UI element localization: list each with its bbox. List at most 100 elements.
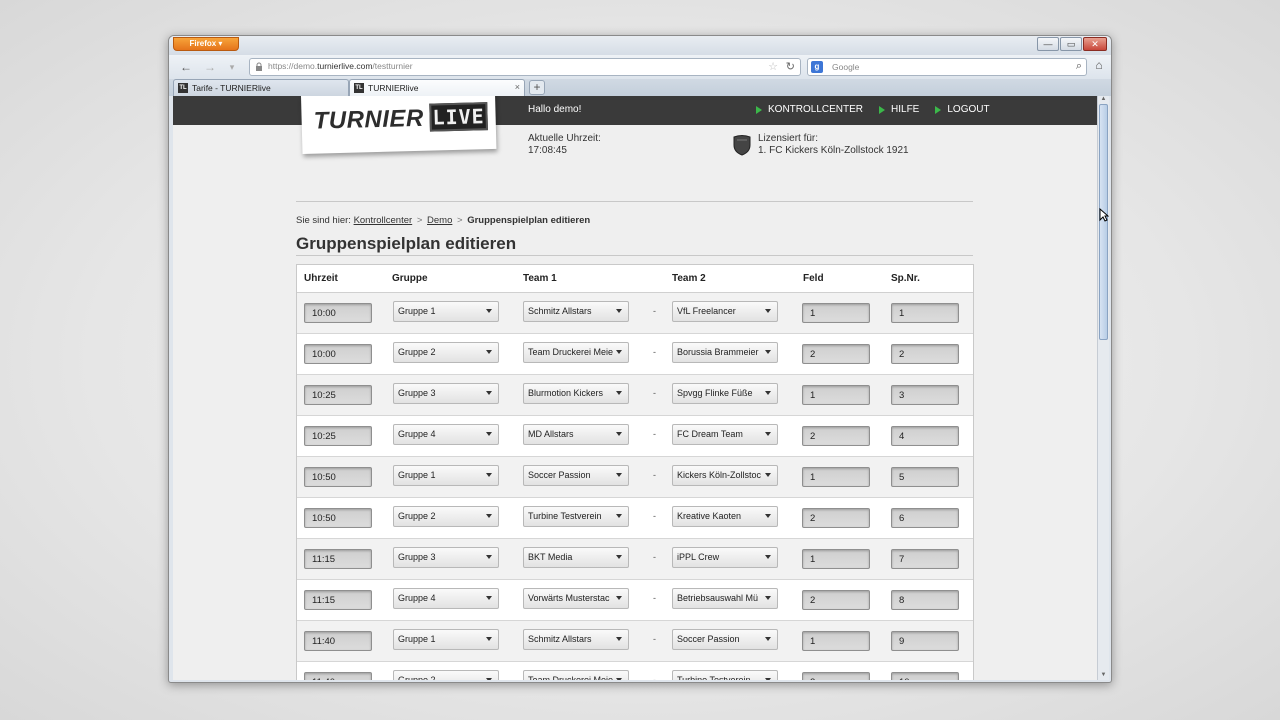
group-select[interactable]: Gruppe 3 [393,547,499,568]
team2-select[interactable]: Soccer Passion [672,629,778,650]
team1-select[interactable]: Soccer Passion [523,465,629,486]
match-number-input[interactable]: 1 [891,303,959,323]
time-input[interactable]: 10:50 [304,508,372,528]
scroll-up-icon[interactable]: ▲ [1099,96,1108,104]
field-input[interactable]: 2 [802,426,870,446]
time-input[interactable]: 11:40 [304,631,372,651]
home-icon[interactable]: ⌂ [1091,58,1107,74]
new-tab-button[interactable]: + [529,80,545,95]
team2-select[interactable]: Turbine Testverein [672,670,778,680]
field-input[interactable]: 1 [802,303,870,323]
team2-select[interactable]: Kreative Kaoten [672,506,778,527]
search-icon[interactable]: ⌕ [1076,60,1082,73]
field-input[interactable]: 2 [802,508,870,528]
chevron-down-icon [616,391,622,395]
scroll-down-icon[interactable]: ▼ [1099,672,1108,680]
team1-select[interactable]: Team Druckerei Meie [523,342,629,363]
breadcrumb-link-demo[interactable]: Demo [427,215,452,226]
greeting: Hallo demo! [528,104,582,115]
match-number-input[interactable]: 7 [891,549,959,569]
field-input[interactable]: 1 [802,385,870,405]
tab-turnierlive[interactable]: TL TURNIERlive × [349,79,525,96]
time-input[interactable]: 10:25 [304,426,372,446]
field-input[interactable]: 2 [802,590,870,610]
group-select[interactable]: Gruppe 2 [393,670,499,680]
history-dropdown-icon[interactable]: ▾ [223,59,241,75]
bookmark-star-icon[interactable]: ☆ [768,60,778,73]
team1-select[interactable]: BKT Media [523,547,629,568]
team1-select[interactable]: Blurmotion Kickers [523,383,629,404]
time-input[interactable]: 10:00 [304,344,372,364]
field-input[interactable]: 2 [802,672,870,680]
close-window-button[interactable]: ✕ [1083,37,1107,51]
google-icon[interactable]: g [811,61,823,73]
match-number-input[interactable]: 3 [891,385,959,405]
team2-select[interactable]: Betriebsauswahl Mü [672,588,778,609]
chevron-down-icon [765,555,771,559]
group-select[interactable]: Gruppe 1 [393,301,499,322]
group-select[interactable]: Gruppe 3 [393,383,499,404]
nav-hilfe[interactable]: HILFE [879,104,919,115]
field-input[interactable]: 1 [802,467,870,487]
group-select[interactable]: Gruppe 2 [393,506,499,527]
team1-select[interactable]: Vorwärts Musterstac [523,588,629,609]
group-select[interactable]: Gruppe 4 [393,588,499,609]
group-select[interactable]: Gruppe 1 [393,465,499,486]
group-select[interactable]: Gruppe 4 [393,424,499,445]
time-input[interactable]: 11:15 [304,590,372,610]
team2-select[interactable]: FC Dream Team [672,424,778,445]
time-input[interactable]: 10:25 [304,385,372,405]
group-select[interactable]: Gruppe 2 [393,342,499,363]
team1-select[interactable]: Schmitz Allstars [523,629,629,650]
team2-select[interactable]: iPPL Crew [672,547,778,568]
chevron-down-icon [486,432,492,436]
top-nav: KONTROLLCENTER HILFE LOGOUT [756,104,990,115]
table-header: Uhrzeit Gruppe Team 1 Team 2 Feld Sp.Nr. [297,265,973,293]
match-number-input[interactable]: 6 [891,508,959,528]
versus-separator: - [653,511,656,521]
time-input[interactable]: 11:15 [304,549,372,569]
tab-tarife[interactable]: TL Tarife - TURNIERlive [173,79,349,96]
nav-kontrollcenter[interactable]: KONTROLLCENTER [756,104,863,115]
firefox-menu-button[interactable]: Firefox ▾ [173,37,239,51]
field-input[interactable]: 2 [802,344,870,364]
time-input[interactable]: 10:00 [304,303,372,323]
logo[interactable]: TURNIER LIVE [301,96,497,154]
maximize-button[interactable]: ▭ [1060,37,1082,51]
search-bar[interactable]: g Google ⌕ [807,58,1087,76]
scroll-thumb[interactable] [1099,104,1108,340]
chevron-down-icon [616,309,622,313]
time-input[interactable]: 10:50 [304,467,372,487]
close-tab-icon[interactable]: × [515,82,520,92]
team2-select[interactable]: Kickers Köln-Zollstoc [672,465,778,486]
match-number-input[interactable]: 2 [891,344,959,364]
url-bar[interactable]: https://demo.turnierlive.com/testturnier… [249,58,801,76]
versus-separator: - [653,347,656,357]
team1-select[interactable]: Schmitz Allstars [523,301,629,322]
back-arrow-icon[interactable]: ← [177,59,195,75]
match-number-input[interactable]: 9 [891,631,959,651]
team1-select[interactable]: Team Druckerei Meie [523,670,629,680]
match-number-input[interactable]: 4 [891,426,959,446]
field-input[interactable]: 1 [802,549,870,569]
versus-separator: - [653,470,656,480]
team2-select[interactable]: Spvgg Flinke Füße [672,383,778,404]
nav-logout[interactable]: LOGOUT [935,104,990,115]
match-number-input[interactable]: 8 [891,590,959,610]
team2-select[interactable]: VfL Freelancer [672,301,778,322]
match-number-input[interactable]: 10 [891,672,959,680]
chevron-down-icon [765,432,771,436]
forward-arrow-icon[interactable]: → [201,59,219,75]
minimize-button[interactable]: — [1037,37,1059,51]
team1-select[interactable]: MD Allstars [523,424,629,445]
vertical-scrollbar[interactable]: ▲ ▼ [1097,96,1109,680]
group-select[interactable]: Gruppe 1 [393,629,499,650]
field-input[interactable]: 1 [802,631,870,651]
team2-select[interactable]: Borussia Brammeier [672,342,778,363]
time-input[interactable]: 11:40 [304,672,372,680]
breadcrumb-link-kontrollcenter[interactable]: Kontrollcenter [354,215,413,226]
chevron-down-icon [765,391,771,395]
match-number-input[interactable]: 5 [891,467,959,487]
reload-icon[interactable]: ↻ [786,60,795,73]
team1-select[interactable]: Turbine Testverein [523,506,629,527]
